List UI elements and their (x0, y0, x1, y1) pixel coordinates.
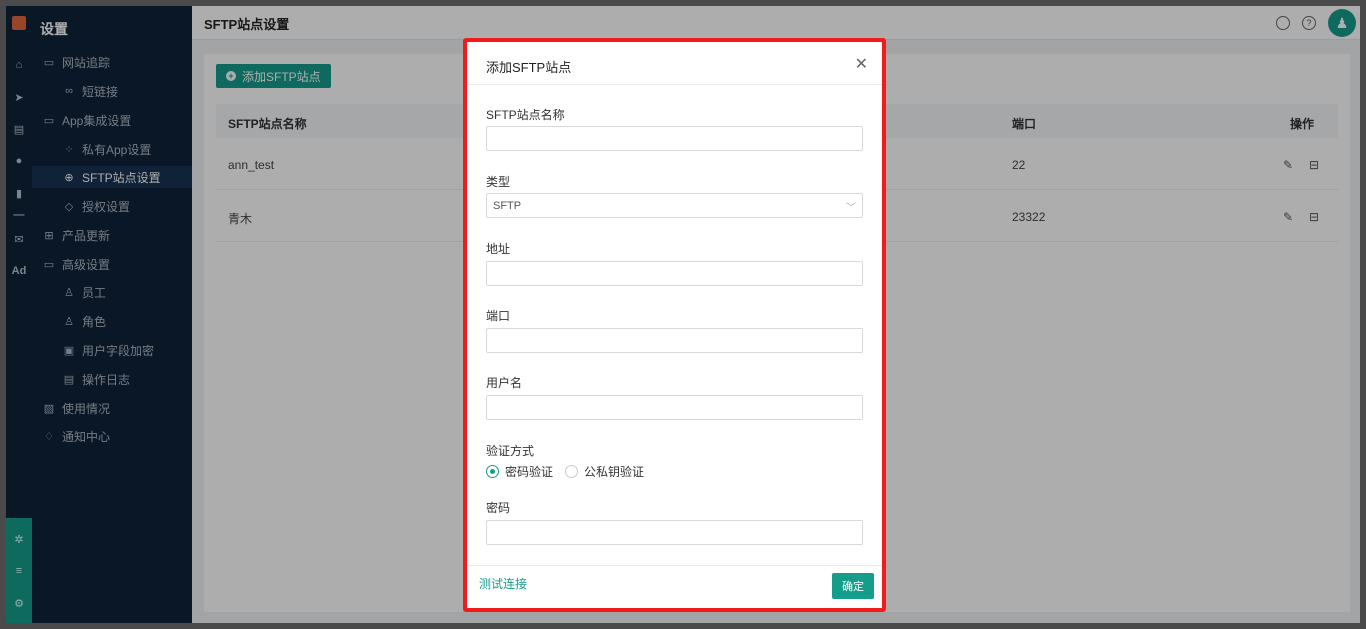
password-input[interactable] (486, 520, 863, 545)
highlight-frame: 添加SFTP站点 ✕ SFTP站点名称 类型 SFTP ﹀ 地址 端口 用户名 … (463, 38, 886, 612)
address-label: 地址 (486, 242, 511, 256)
auth-key-radio[interactable]: 公私钥验证 (565, 463, 644, 480)
type-select[interactable]: SFTP ﹀ (486, 193, 863, 218)
password-label: 密码 (486, 501, 511, 515)
confirm-button[interactable]: 确定 (832, 573, 874, 599)
auth-password-radio[interactable]: 密码验证 (486, 463, 553, 480)
port-label: 端口 (486, 309, 511, 323)
radio-unchecked-icon (565, 465, 579, 478)
dialog-header: 添加SFTP站点 ✕ (467, 42, 882, 85)
auth-radio-group: 密码验证 公私钥验证 (486, 463, 644, 480)
username-label: 用户名 (486, 376, 523, 390)
name-label: SFTP站点名称 (486, 108, 565, 122)
name-input[interactable] (486, 126, 863, 151)
test-connection-link[interactable]: 测试连接 (479, 575, 527, 592)
close-icon[interactable]: ✕ (855, 54, 868, 74)
radio-checked-icon (486, 465, 499, 478)
type-select-value: SFTP (493, 199, 522, 212)
auth-label: 验证方式 (486, 444, 535, 458)
username-input[interactable] (486, 395, 863, 420)
dialog-title: 添加SFTP站点 (486, 60, 572, 75)
port-input[interactable] (486, 328, 863, 353)
type-label: 类型 (486, 175, 511, 189)
chevron-down-icon: ﹀ (846, 203, 856, 214)
dialog-footer: 测试连接 确定 (467, 565, 882, 608)
add-sftp-dialog: 添加SFTP站点 ✕ SFTP站点名称 类型 SFTP ﹀ 地址 端口 用户名 … (467, 42, 882, 608)
address-input[interactable] (486, 261, 863, 286)
